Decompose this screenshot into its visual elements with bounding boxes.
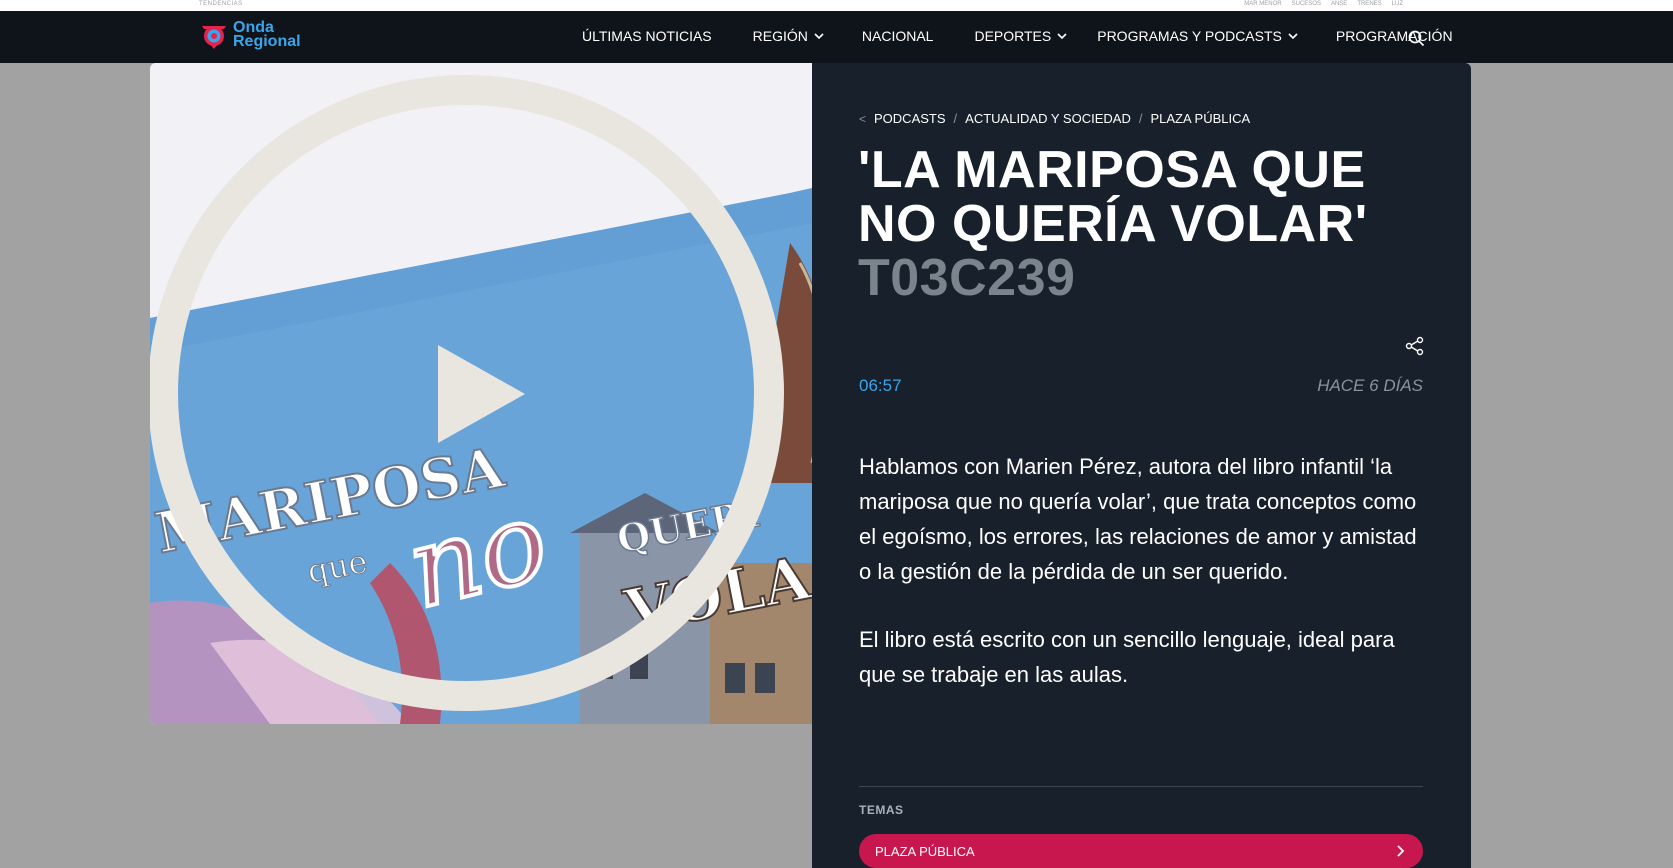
chevron-down-icon <box>1288 33 1298 40</box>
trending-link[interactable]: LUZ <box>1392 0 1403 8</box>
trending-links: MAR MENOR SUCESOS ANSE TRENES LUZ <box>1244 0 1403 8</box>
top-utility-strip: TENDENCIAS MAR MENOR SUCESOS ANSE TRENES… <box>0 0 1673 11</box>
main-nav: ÚLTIMAS NOTICIAS REGIÓN NACIONAL DEPORTE… <box>582 26 1453 46</box>
breadcrumb-separator: / <box>953 111 958 126</box>
trending-link[interactable]: SUCESOS <box>1292 0 1321 8</box>
breadcrumb-item[interactable]: ACTUALIDAD Y SOCIEDAD <box>965 111 1131 126</box>
nav-item-region[interactable]: REGIÓN <box>753 26 824 46</box>
brand-logo-icon <box>199 20 229 50</box>
trending-label: TENDENCIAS <box>199 1 243 7</box>
episode-description: Hablamos con Marien Pérez, autora del li… <box>859 449 1424 725</box>
nav-item-deportes[interactable]: DEPORTES <box>974 26 1067 46</box>
breadcrumb-item[interactable]: PLAZA PÚBLICA <box>1150 111 1250 126</box>
description-paragraph: El libro está escrito con un sencillo le… <box>859 627 1395 687</box>
episode-published: HACE 6 DÍAS <box>1317 376 1423 395</box>
nav-item-ultimas-noticias[interactable]: ÚLTIMAS NOTICIAS <box>582 26 712 46</box>
search-icon[interactable] <box>1408 30 1425 47</box>
chevron-down-icon <box>814 33 824 40</box>
breadcrumb: < PODCASTS / ACTUALIDAD Y SOCIEDAD / PLA… <box>859 111 1250 126</box>
tag-plaza-publica-button[interactable]: PLAZA PÚBLICA <box>859 834 1423 868</box>
breadcrumb-separator: / <box>1138 111 1143 126</box>
brand-logo[interactable]: Onda Regional <box>199 20 301 50</box>
temas-label: TEMAS <box>859 803 904 817</box>
tag-label: PLAZA PÚBLICA <box>875 843 975 859</box>
chevron-down-icon <box>1057 33 1067 40</box>
brand-logo-text: Onda Regional <box>233 19 301 50</box>
trending-link[interactable]: ANSE <box>1331 0 1347 8</box>
description-paragraph: Hablamos con Marien Pérez, autora del li… <box>859 454 1417 584</box>
breadcrumb-item[interactable]: PODCASTS <box>874 111 946 126</box>
cover-illustration: MARIPOSA que no QUERÍ VOLA <box>150 63 812 724</box>
section-divider <box>859 786 1423 787</box>
chevron-left-icon: < <box>859 111 867 126</box>
episode-detail-panel: < PODCASTS / ACTUALIDAD Y SOCIEDAD / PLA… <box>812 63 1471 868</box>
trending-link[interactable]: MAR MENOR <box>1244 0 1281 8</box>
trending-link[interactable]: TRENES <box>1357 0 1381 8</box>
chevron-right-icon <box>1397 845 1405 857</box>
episode-code: T03C239 <box>858 249 1076 307</box>
site-header: Onda Regional ÚLTIMAS NOTICIAS REGIÓN NA… <box>0 11 1673 63</box>
episode-cover-player[interactable]: MARIPOSA que no QUERÍ VOLA <box>150 63 812 724</box>
nav-item-programacion[interactable]: PROGRAMACIÓN <box>1336 26 1453 46</box>
nav-item-programas-podcasts[interactable]: PROGRAMAS Y PODCASTS <box>1097 26 1298 46</box>
episode-title: 'LA MARIPOSA QUE NO QUERÍA VOLAR' T03C23… <box>858 143 1418 305</box>
nav-item-nacional[interactable]: NACIONAL <box>862 26 934 46</box>
share-icon[interactable] <box>1405 336 1425 356</box>
episode-duration: 06:57 <box>859 376 902 395</box>
